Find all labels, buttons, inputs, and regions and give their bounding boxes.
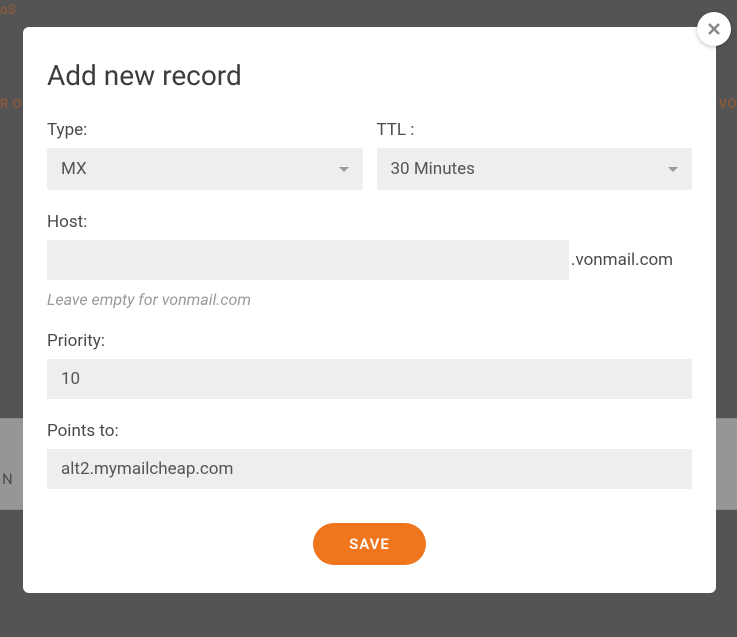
- type-value: MX: [61, 159, 339, 179]
- field-priority: Priority:: [47, 331, 692, 399]
- host-label: Host:: [47, 212, 692, 232]
- ttl-label: TTL :: [377, 120, 693, 140]
- modal-title: Add new record: [47, 59, 692, 92]
- save-button[interactable]: SAVE: [313, 523, 426, 565]
- ttl-value: 30 Minutes: [391, 159, 669, 179]
- close-icon: [707, 22, 721, 36]
- host-hint: Leave empty for vonmail.com: [47, 290, 692, 309]
- field-type: Type: MX: [47, 120, 363, 190]
- priority-label: Priority:: [47, 331, 692, 351]
- ttl-select[interactable]: 30 Minutes: [377, 148, 693, 190]
- field-points-to: Points to:: [47, 421, 692, 489]
- points-to-label: Points to:: [47, 421, 692, 441]
- priority-input[interactable]: [47, 359, 692, 399]
- host-domain-suffix: .vonmail.com: [571, 250, 673, 270]
- field-host: Host: .vonmail.com Leave empty for vonma…: [47, 212, 692, 309]
- host-input[interactable]: [47, 240, 569, 280]
- points-to-input[interactable]: [47, 449, 692, 489]
- close-button[interactable]: [697, 12, 731, 46]
- type-label: Type:: [47, 120, 363, 140]
- field-ttl: TTL : 30 Minutes: [377, 120, 693, 190]
- type-select[interactable]: MX: [47, 148, 363, 190]
- chevron-down-icon: [668, 167, 678, 172]
- add-record-modal: Add new record Type: MX TTL : 30 Minutes…: [23, 27, 716, 593]
- chevron-down-icon: [339, 167, 349, 172]
